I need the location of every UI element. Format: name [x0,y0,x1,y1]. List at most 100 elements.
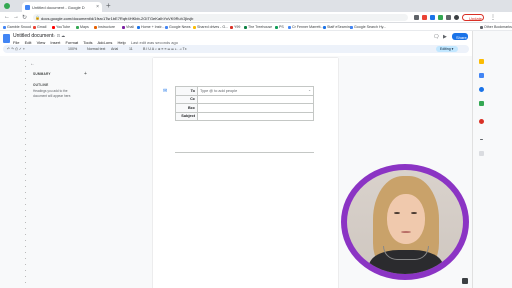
bookmark-icon [288,25,291,29]
chevron-down-icon[interactable]: ⌄ [308,88,311,92]
profile-icon[interactable] [454,15,459,20]
bookmark-item[interactable]: Shared drives - G... [193,25,228,29]
contacts-icon[interactable] [479,87,484,92]
bookmark-item[interactable]: Cr Fenner Marrett... [288,25,324,29]
bookmark-item[interactable]: Google News [165,25,191,29]
bookmark-icon [3,25,6,29]
document-title[interactable]: Untitled document [13,33,53,39]
url-input[interactable]: 🔒 docs.google.com/document/d/1fsrc1Tsr1b… [33,14,408,21]
extension-icon[interactable] [430,15,435,20]
font-size-input[interactable]: 11 [129,47,133,51]
webcam-bubble[interactable] [341,164,469,280]
zoom-select[interactable]: 100% [68,47,77,51]
document-page[interactable]: ✉ To Type @ to add people ⌄ Cc Bcc Subjec… [153,58,338,288]
tab-close-icon[interactable]: × [96,4,99,10]
docs-logo-icon[interactable] [3,34,10,43]
bookmark-item[interactable]: Staff eSearning [323,25,352,29]
email-draft-table: To Type @ to add people ⌄ Cc Bcc Subject [175,86,314,121]
drive-icon [193,25,196,29]
add-summary-button[interactable]: + [84,71,87,77]
bcc-field[interactable] [197,103,314,113]
youtube-icon [52,25,55,29]
extension-icon[interactable] [414,15,419,20]
screen: Untitled document - Google D × + ← → ↻ 🔒… [0,0,512,288]
bookmark-item[interactable]: Home + Instr... [137,25,164,29]
email-cc-row: Cc [175,94,314,104]
email-bcc-row: Bcc [175,103,314,113]
webcam-video [347,170,463,274]
email-subject-row: Subject [175,111,314,121]
folder-icon [480,25,483,29]
comment-history-icon[interactable]: 🗨 [433,34,439,40]
star-move-cloud-icons[interactable]: ☆ ⊡ ☁ [52,33,65,38]
cc-field[interactable] [197,94,314,104]
docs-favicon-icon [25,5,30,10]
format-tool-icons[interactable]: B I U A ⌕ ⊞ ≡ ≡ ☰ ☰ ⇤ ⇥ Tx [143,47,187,51]
window-control-icon[interactable] [4,3,10,9]
editing-mode-button[interactable]: Editing ▾ [436,46,458,52]
update-button[interactable]: Update [462,14,484,21]
presenter-eye [394,212,400,214]
back-icon[interactable]: ← [4,14,10,20]
bookmark-item[interactable]: Google Search Hy... [350,25,386,29]
close-outline-icon[interactable]: ← [30,61,35,67]
add-addon-icon[interactable] [479,151,484,156]
bookmark-item[interactable]: Other Bookmarks [480,25,512,29]
style-select[interactable]: Normal text [87,47,105,51]
maps-icon[interactable] [479,101,484,106]
forward-icon[interactable]: → [13,14,19,20]
browser-tab-strip: Untitled document - Google D × + [0,0,512,12]
bookmark-item[interactable]: Vhali [122,25,134,29]
divider [480,139,483,140]
email-to-row: To Type @ to add people ⌄ [175,86,314,96]
bookmark-item[interactable]: PS [275,25,284,29]
maps-icon [76,25,79,29]
browser-tab[interactable]: Untitled document - Google D × [22,2,102,12]
bookmark-item[interactable]: Maps [76,25,89,29]
extension-icon[interactable] [438,15,443,20]
share-button[interactable]: Share [452,33,468,40]
bookmark-item[interactable]: Instructure [94,25,115,29]
lock-icon: 🔒 [35,15,40,20]
bookmark-icon [244,25,247,29]
subject-field[interactable] [197,111,314,121]
to-label: To [175,86,198,96]
news-icon [165,25,168,29]
puzzle-icon[interactable] [446,15,451,20]
font-select[interactable]: Arial [111,47,118,51]
google-icon [350,25,353,29]
url-text: docs.google.com/document/d/1fsrc1Tsr1bE7… [41,15,194,21]
address-bar: ← → ↻ 🔒 docs.google.com/document/d/1fsrc… [0,12,512,23]
bookmark-icon [275,25,278,29]
side-panel [472,31,512,288]
email-draft-icon[interactable]: ✉ [163,88,167,94]
reload-icon[interactable]: ↻ [22,14,27,21]
bookmark-item[interactable]: Y99 [230,25,240,29]
undo-redo-print-icons[interactable]: ↶ ↷ ⎙ ✓ ⌖ [7,47,25,51]
bookmark-item[interactable]: Gamble Snood [3,25,31,29]
bookmark-item[interactable]: YouTube [52,25,70,29]
addon-icon[interactable] [479,119,484,124]
bookmarks-bar: Gamble Snood Gmail YouTube Maps Instruct… [0,23,512,31]
presenter-face [387,194,425,244]
subject-label: Subject [175,111,198,121]
new-tab-button[interactable]: + [106,1,111,10]
bookmark-item[interactable]: Gmail [33,25,46,29]
presenter-mouth [401,231,411,233]
explore-icon[interactable] [462,278,468,284]
to-field[interactable]: Type @ to add people ⌄ [197,86,314,96]
chrome-menu-icon[interactable]: ⋮ [490,14,496,21]
tasks-icon[interactable] [479,73,484,78]
to-placeholder: Type @ to add people [200,88,238,93]
gmail-icon [33,25,36,29]
outline-heading: OUTLINE [33,83,49,87]
extension-icon[interactable] [422,15,427,20]
meet-icon[interactable]: ▶ [443,34,447,40]
bookmark-icon [137,25,140,29]
earphone-cord [383,246,429,260]
keep-icon[interactable] [479,59,484,64]
cc-label: Cc [175,94,198,104]
body-divider [175,152,314,153]
bookmark-item[interactable]: The Treehouse [244,25,272,29]
bookmark-icon [323,25,326,29]
